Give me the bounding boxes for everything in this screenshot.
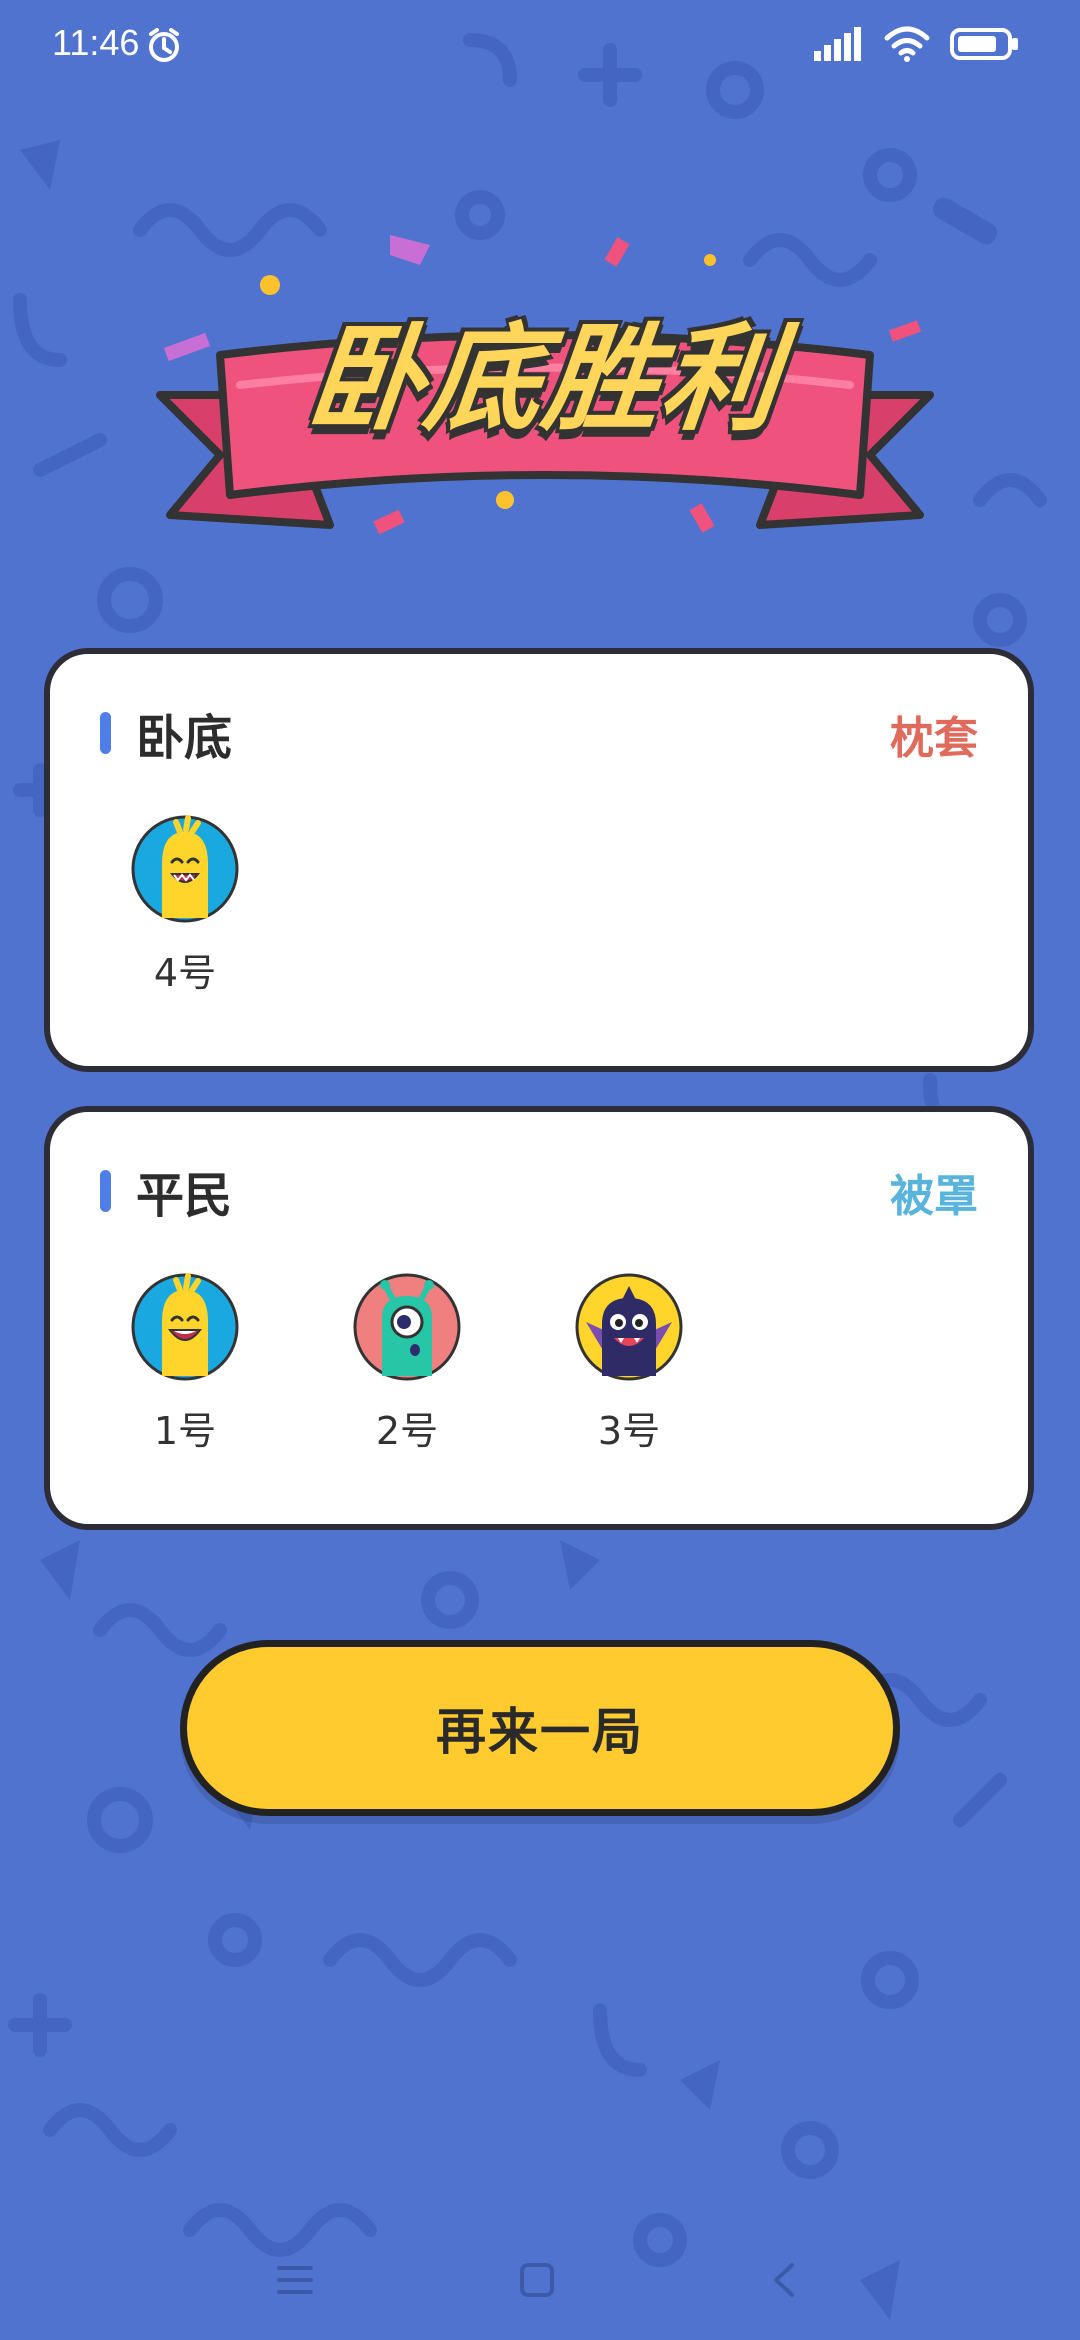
undercover-card: 卧底 枕套 4号 (44, 648, 1034, 1072)
player-label: 3号 (597, 1409, 661, 1453)
group-title: 卧底 (136, 710, 233, 766)
menu-icon (277, 2266, 313, 2294)
player-list: 1号 2号 3号 (130, 1272, 684, 1455)
player-3[interactable]: 3号 (574, 1272, 684, 1455)
battery-icon (950, 28, 1018, 60)
status-time: 11:46 (52, 22, 140, 63)
signal-icon (814, 27, 861, 61)
status-bar: 11:46 (0, 0, 1080, 92)
group-word: 枕套 (890, 713, 978, 764)
yellow-monster-icon (131, 1273, 239, 1381)
home-icon (520, 2263, 554, 2297)
wifi-icon (884, 26, 930, 62)
purple-bat-monster-icon (575, 1273, 683, 1381)
victory-banner: 卧底胜利 (150, 215, 940, 545)
player-label: 4号 (153, 951, 217, 995)
group-title: 平民 (136, 1168, 233, 1224)
player-label: 2号 (375, 1409, 439, 1453)
yellow-monster-icon (131, 815, 239, 923)
back-button[interactable] (754, 2250, 814, 2310)
card-header: 卧底 枕套 (100, 694, 978, 774)
alarm-icon (149, 28, 179, 62)
back-icon (774, 2263, 794, 2297)
card-header: 平民 被罩 (100, 1152, 978, 1232)
navigation-bar (0, 2210, 1080, 2340)
civilian-card: 平民 被罩 1号 2号 3号 (44, 1106, 1034, 1530)
green-alien-icon (353, 1273, 461, 1381)
play-again-label: 再来一局 (436, 1703, 644, 1761)
player-2[interactable]: 2号 (352, 1272, 462, 1455)
home-button[interactable] (507, 2250, 567, 2310)
group-word: 被罩 (890, 1171, 978, 1222)
result-title: 卧底胜利 (300, 312, 787, 447)
menu-button[interactable] (265, 2250, 325, 2310)
player-1[interactable]: 1号 (130, 1272, 240, 1455)
accent-bar (100, 1170, 111, 1212)
accent-bar (100, 712, 111, 754)
player-list: 4号 (130, 814, 240, 997)
play-again-button[interactable]: 再来一局 (180, 1640, 900, 1816)
player-4[interactable]: 4号 (130, 814, 240, 997)
player-label: 1号 (153, 1409, 217, 1453)
